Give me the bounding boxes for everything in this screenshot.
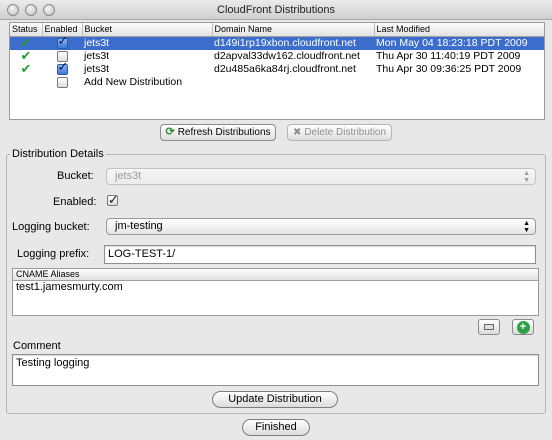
logging-bucket-select[interactable]: jm-testing ▲ ▼	[106, 218, 536, 235]
window-title: CloudFront Distributions	[217, 4, 335, 16]
select-arrows-icon: ▲ ▼	[523, 169, 530, 184]
finished-button[interactable]: Finished	[242, 419, 310, 436]
table-header-row: Status Enabled Bucket Domain Name Last M…	[10, 23, 544, 37]
distributions-table[interactable]: Status Enabled Bucket Domain Name Last M…	[9, 22, 545, 120]
logging-bucket-select-value: jm-testing	[115, 220, 163, 232]
minimize-window-button[interactable]	[25, 4, 37, 16]
cname-aliases-header: CNAME Aliases	[13, 269, 538, 281]
table-row[interactable]: ✔ jets3t d2u485a6ka84rj.cloudfront.net T…	[10, 63, 544, 76]
bucket-select[interactable]: jets3t ▲ ▼	[106, 168, 536, 185]
comment-textarea[interactable]: Testing logging	[12, 354, 539, 386]
table-row[interactable]: ✔ jets3t d149i1rp19xbon.cloudfront.net M…	[10, 36, 544, 50]
add-new-checkbox[interactable]	[56, 76, 68, 88]
window-controls	[7, 4, 55, 16]
enabled-checkbox[interactable]	[56, 36, 68, 49]
remove-cname-button[interactable]	[478, 319, 500, 335]
last-modified-cell: Thu Apr 30 11:40:19 PDT 2009	[376, 50, 521, 62]
column-header-status[interactable]: Status	[10, 23, 43, 37]
delete-icon: ✖	[292, 127, 302, 138]
bucket-cell: jets3t	[84, 50, 110, 62]
domain-name-cell: d2u485a6ka84rj.cloudfront.net	[214, 63, 356, 75]
minus-icon	[484, 324, 494, 330]
domain-name-cell: d149i1rp19xbon.cloudfront.net	[212, 36, 374, 50]
deployed-status-icon: ✔	[20, 62, 32, 76]
cname-aliases-table[interactable]: CNAME Aliases test1.jamesmurty.com	[12, 268, 539, 316]
domain-name-cell: d2apval33dw162.cloudfront.net	[214, 50, 360, 62]
enabled-checkbox[interactable]	[56, 63, 68, 75]
bucket-cell: jets3t	[84, 63, 110, 75]
deployed-status-icon: ✔	[20, 36, 32, 50]
bucket-cell: jets3t	[82, 36, 212, 50]
refresh-distributions-label: Refresh Distributions	[177, 127, 271, 138]
add-icon: +	[516, 320, 530, 334]
logging-bucket-label: Logging bucket:	[12, 221, 90, 233]
distribution-details-title: Distribution Details	[10, 148, 106, 160]
window-titlebar: CloudFront Distributions	[0, 0, 552, 20]
table-row[interactable]: ✔ jets3t d2apval33dw162.cloudfront.net T…	[10, 50, 544, 63]
column-header-bucket[interactable]: Bucket	[82, 23, 213, 37]
column-header-domain-name[interactable]: Domain Name	[212, 23, 375, 37]
comment-label: Comment	[13, 340, 61, 352]
distribution-enabled-checkbox[interactable]	[107, 192, 119, 208]
add-cname-button[interactable]: +	[512, 319, 534, 335]
last-modified-cell: Thu Apr 30 09:36:25 PDT 2009	[376, 63, 522, 75]
close-window-button[interactable]	[7, 4, 19, 16]
logging-prefix-input[interactable]: LOG-TEST-1/	[104, 245, 536, 264]
enabled-checkbox[interactable]	[56, 50, 68, 62]
update-distribution-button[interactable]: Update Distribution	[212, 391, 338, 408]
refresh-icon: ⟳	[165, 126, 175, 138]
zoom-window-button[interactable]	[43, 4, 55, 16]
select-arrows-icon: ▲ ▼	[523, 219, 530, 234]
cname-alias-row[interactable]: test1.jamesmurty.com	[13, 281, 538, 294]
add-new-distribution-label: Add New Distribution	[84, 76, 183, 88]
delete-distribution-label: Delete Distribution	[304, 127, 387, 138]
enabled-label: Enabled:	[53, 196, 97, 208]
bucket-label: Bucket:	[57, 170, 94, 182]
bucket-select-value: jets3t	[115, 170, 142, 182]
delete-distribution-button[interactable]: ✖ Delete Distribution	[287, 124, 392, 141]
refresh-distributions-button[interactable]: ⟳ Refresh Distributions	[160, 124, 276, 141]
deployed-status-icon: ✔	[20, 49, 32, 63]
last-modified-cell: Mon May 04 18:23:18 PDT 2009	[374, 36, 544, 50]
column-header-last-modified[interactable]: Last Modified	[374, 23, 544, 37]
table-row-add-new[interactable]: Add New Distribution	[10, 76, 544, 89]
column-header-enabled[interactable]: Enabled	[42, 23, 83, 37]
logging-prefix-label: Logging prefix:	[17, 248, 90, 260]
